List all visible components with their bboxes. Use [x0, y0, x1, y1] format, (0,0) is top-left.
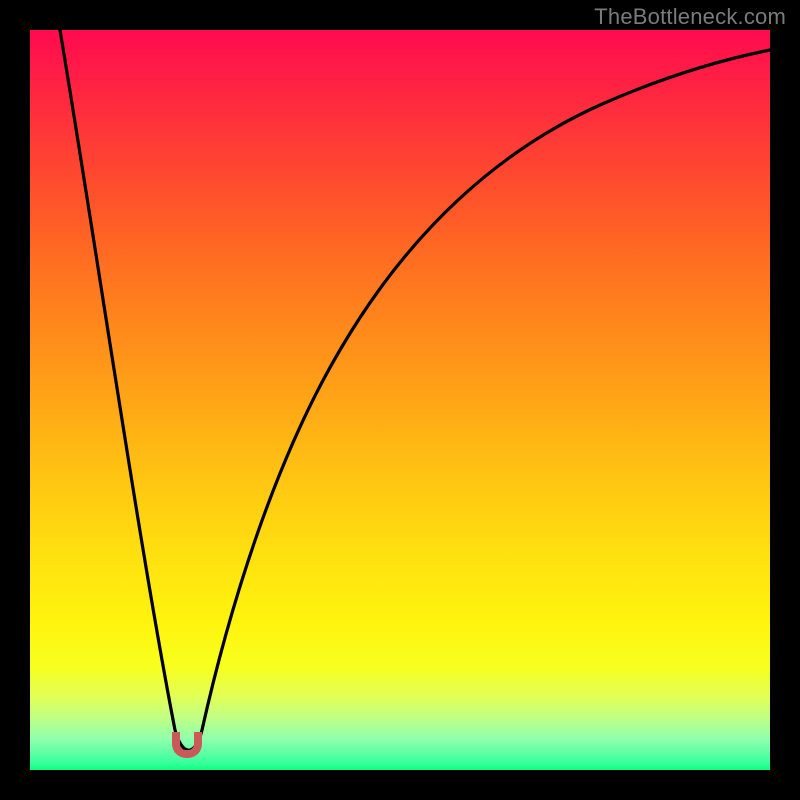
chart-frame: TheBottleneck.com [0, 0, 800, 800]
plot-area [30, 30, 770, 770]
watermark-text: TheBottleneck.com [594, 4, 786, 30]
optimum-marker [172, 732, 202, 758]
curve-path [60, 30, 770, 750]
bottleneck-curve [30, 30, 770, 770]
